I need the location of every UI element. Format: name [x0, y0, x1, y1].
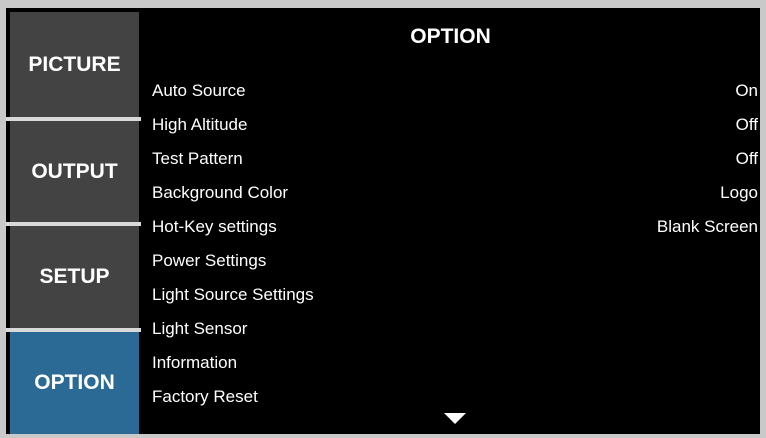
menu-item-label: Factory Reset	[152, 387, 258, 406]
menu-item-background-color[interactable]: Background Color Logo	[152, 176, 758, 210]
menu-item-power-settings[interactable]: Power Settings	[152, 244, 758, 278]
sidebar: PICTURE OUTPUT SETUP OPTION	[6, 8, 141, 434]
menu-item-label: Auto Source	[152, 81, 246, 100]
menu-item-value: Blank Screen	[656, 217, 758, 236]
menu-item-hot-key-settings[interactable]: Hot-Key settings Blank Screen	[152, 210, 758, 244]
menu-item-value: Off	[735, 149, 758, 168]
menu-item-value: Logo	[720, 183, 758, 202]
option-panel: OPTION Auto Source On High Altitude Off …	[141, 8, 760, 434]
menu-item-label: Power Settings	[152, 251, 267, 270]
tab-setup-label: SETUP	[39, 265, 110, 288]
tab-option-label: OPTION	[34, 371, 115, 394]
menu-item-label: Light Source Settings	[152, 285, 314, 304]
menu-item-factory-reset[interactable]: Factory Reset	[152, 380, 758, 414]
tab-output[interactable]: OUTPUT	[10, 121, 139, 222]
tab-picture[interactable]: PICTURE	[10, 12, 139, 117]
menu-item-value: On	[735, 81, 758, 100]
menu-item-label: High Altitude	[152, 115, 248, 134]
menu-item-label: Hot-Key settings	[152, 217, 277, 236]
menu-item-label: Background Color	[152, 183, 289, 202]
tab-output-label: OUTPUT	[31, 159, 118, 183]
tab-setup[interactable]: SETUP	[10, 226, 139, 328]
tab-picture-label: PICTURE	[28, 52, 121, 76]
menu-item-value: Off	[735, 115, 758, 134]
tab-option[interactable]: OPTION	[10, 332, 139, 434]
menu-item-information[interactable]: Information	[152, 346, 758, 380]
menu-item-auto-source[interactable]: Auto Source On	[152, 74, 758, 108]
menu-item-high-altitude[interactable]: High Altitude Off	[152, 108, 758, 142]
menu-item-label: Test Pattern	[152, 149, 243, 168]
chevron-down-icon[interactable]	[444, 413, 466, 424]
menu-item-label: Information	[152, 353, 238, 372]
menu-item-test-pattern[interactable]: Test Pattern Off	[152, 142, 758, 176]
menu-item-label: Light Sensor	[152, 319, 248, 338]
panel-title: OPTION	[410, 25, 491, 48]
menu-item-light-source-settings[interactable]: Light Source Settings	[152, 278, 758, 312]
menu-item-light-sensor[interactable]: Light Sensor	[152, 312, 758, 346]
